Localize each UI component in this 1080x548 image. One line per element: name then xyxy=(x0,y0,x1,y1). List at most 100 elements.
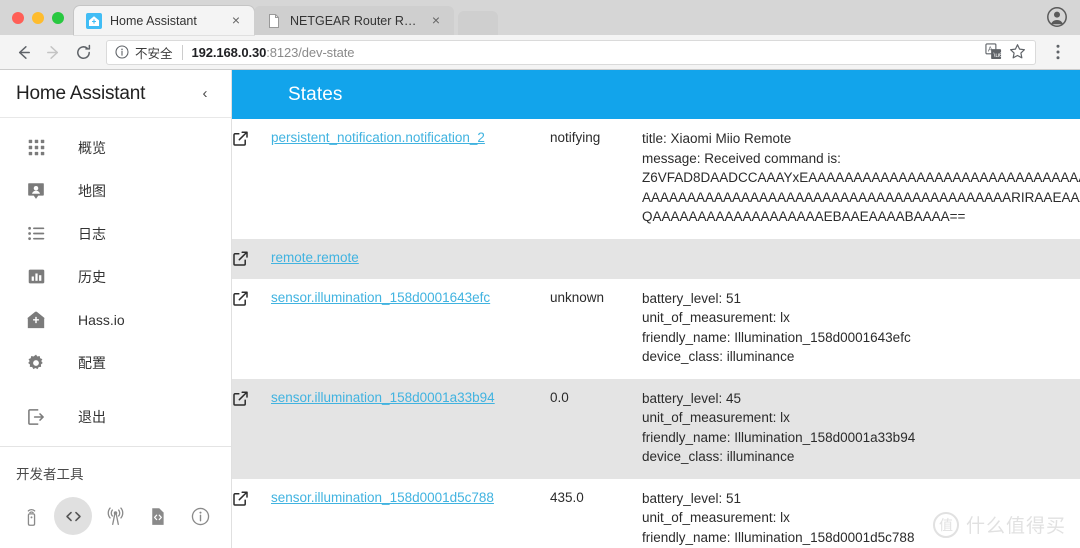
sidebar-item-overview[interactable]: 概览 xyxy=(0,126,231,169)
browser-tab-netgear-router[interactable]: NETGEAR Router R8500 × xyxy=(254,6,454,35)
forward-button[interactable] xyxy=(40,39,66,65)
state-value: unknown xyxy=(550,289,605,305)
attribute-line: device_class: illuminance xyxy=(642,349,795,364)
entity-id-link[interactable]: sensor.illumination_158d0001643efc xyxy=(271,289,490,306)
info-circle-icon[interactable] xyxy=(115,45,129,59)
template-file-icon[interactable] xyxy=(139,497,177,535)
states-panel[interactable]: persistent_notification.notification_2 no… xyxy=(232,119,1080,548)
close-tab-button[interactable]: × xyxy=(228,13,244,29)
address-bar[interactable]: 不安全 192.168.0.30:8123/dev-state A \u6587 xyxy=(106,39,1036,65)
attribute-line: QAAAAAAAAAAAAAAAAAAAEBAAEAAAABAAAA== xyxy=(642,209,966,224)
url-path: :8123/dev-state xyxy=(266,44,355,60)
omnibox-divider xyxy=(181,44,183,60)
main-content: States persistent_notification.notificat… xyxy=(232,70,1080,548)
list-icon xyxy=(24,222,48,246)
developer-tools-title: 开发者工具 xyxy=(16,467,84,482)
translate-icon[interactable]: A \u6587 xyxy=(985,43,1014,61)
url-host: 192.168.0.30 xyxy=(191,44,267,60)
close-tab-button[interactable]: × xyxy=(428,13,444,29)
attribute-line: device_class: illuminance xyxy=(642,449,795,464)
browser-tab-title: NETGEAR Router R8500 xyxy=(290,13,420,28)
attribute-line: friendly_name: Illumination_158d0001d5c7… xyxy=(642,529,915,545)
close-window-button[interactable] xyxy=(12,12,24,24)
sidebar-item-history[interactable]: 历史 xyxy=(0,255,231,298)
new-tab-button[interactable] xyxy=(458,11,498,35)
sidebar-item-label: Hass.io xyxy=(78,311,125,328)
minimize-window-button[interactable] xyxy=(32,12,44,24)
logout-icon xyxy=(24,405,48,429)
back-button[interactable] xyxy=(10,39,36,65)
developer-tools-buttons xyxy=(0,497,231,535)
sidebar-item-map[interactable]: 地图 xyxy=(0,169,231,212)
window-traffic-lights xyxy=(0,12,74,35)
attribute-line: unit_of_measurement: lx xyxy=(642,410,790,425)
sidebar-item-label: 日志 xyxy=(78,225,106,242)
attributes-cell: battery_level: 45 unit_of_measurement: lx… xyxy=(642,379,1080,479)
external-link-icon[interactable] xyxy=(232,290,249,307)
developer-tools-section: 开发者工具 xyxy=(0,447,231,535)
sidebar-item-hassio[interactable]: Hass.io xyxy=(0,298,231,341)
browser-toolbar: 不安全 192.168.0.30:8123/dev-state A \u6587 xyxy=(0,35,1080,70)
browser-window: Home Assistant × NETGEAR Router R8500 × xyxy=(0,0,1080,548)
attributes-cell xyxy=(642,239,1080,279)
broadcast-tower-icon[interactable] xyxy=(97,497,135,535)
table-row[interactable]: sensor.illumination_158d0001643efc unknow… xyxy=(232,278,1080,379)
attribute-list: battery_level: 51 unit_of_measurement: lx… xyxy=(642,289,1080,367)
profile-avatar-icon[interactable] xyxy=(1046,6,1068,28)
sidebar-item-configuration[interactable]: 配置 xyxy=(0,341,231,384)
entity-id-link[interactable]: persistent_notification.notification_2 xyxy=(271,129,485,146)
sidebar-item-logout[interactable]: 退出 xyxy=(0,395,231,438)
sidebar-title: Home Assistant xyxy=(16,82,146,104)
state-value: 435.0 xyxy=(550,489,584,505)
sidebar-item-label: 地图 xyxy=(78,182,106,199)
table-row[interactable]: sensor.illumination_158d0001d5c788 435.0 b… xyxy=(232,478,1080,548)
sidebar: Home Assistant ‹ 概览 地图 日志 历史 Hass.io 配置 … xyxy=(0,70,232,548)
info-circle-icon[interactable] xyxy=(181,497,219,535)
entity-id-link[interactable]: remote.remote xyxy=(271,249,359,266)
entity-cell: persistent_notification.notification_2 xyxy=(232,119,550,239)
attribute-line: battery_level: 51 xyxy=(642,290,742,306)
attribute-line: friendly_name: Illumination_158d0001643e… xyxy=(642,329,911,345)
states-table-body: persistent_notification.notification_2 no… xyxy=(232,119,1080,548)
attribute-list: battery_level: 51 unit_of_measurement: lx… xyxy=(642,489,1080,548)
browser-tab-home-assistant[interactable]: Home Assistant × xyxy=(74,6,254,35)
state-cell: 435.0 xyxy=(550,479,642,548)
chevron-left-icon[interactable]: ‹ xyxy=(195,85,215,102)
table-row[interactable]: remote.remote xyxy=(232,238,1080,279)
sidebar-item-label: 历史 xyxy=(78,268,106,285)
sidebar-item-label: 概览 xyxy=(78,139,106,156)
external-link-icon[interactable] xyxy=(232,490,249,507)
sidebar-item-logbook[interactable]: 日志 xyxy=(0,212,231,255)
sidebar-item-label: 退出 xyxy=(78,408,106,425)
person-map-icon xyxy=(24,179,48,203)
attribute-line: unit_of_measurement: lx xyxy=(642,510,790,525)
entity-id-link[interactable]: sensor.illumination_158d0001d5c788 xyxy=(271,489,494,506)
remote-control-icon[interactable] xyxy=(12,497,50,535)
home-roof-icon xyxy=(24,308,48,332)
entity-cell: sensor.illumination_158d0001a33b94 xyxy=(232,379,550,479)
maximize-window-button[interactable] xyxy=(52,12,64,24)
states-table: persistent_notification.notification_2 no… xyxy=(232,119,1080,548)
table-row[interactable]: persistent_notification.notification_2 no… xyxy=(232,119,1080,239)
table-row[interactable]: sensor.illumination_158d0001a33b94 0.0 bat… xyxy=(232,378,1080,479)
reload-button[interactable] xyxy=(70,39,96,65)
attributes-cell: battery_level: 51 unit_of_measurement: lx… xyxy=(642,479,1080,548)
star-icon[interactable] xyxy=(1009,43,1027,61)
state-cell: notifying xyxy=(550,119,642,239)
external-link-icon[interactable] xyxy=(232,250,249,267)
three-dot-menu-icon[interactable] xyxy=(1046,40,1070,64)
code-brackets-icon[interactable] xyxy=(54,497,93,535)
entity-id-link[interactable]: sensor.illumination_158d0001a33b94 xyxy=(271,389,495,406)
external-link-icon[interactable] xyxy=(232,390,249,407)
home-assistant-icon xyxy=(86,12,102,29)
svg-text:\u6587: \u6587 xyxy=(994,52,1003,59)
sidebar-header: Home Assistant ‹ xyxy=(0,70,231,118)
attributes-cell: title: Xiaomi Miio Remote message: Receiv… xyxy=(642,119,1080,239)
external-link-icon[interactable] xyxy=(232,130,249,147)
state-cell: 0.0 xyxy=(550,379,642,479)
attribute-line: Z6VFAD8DAADCCAAAYxEAAAAAAAAAAAAAAAAAAAAA… xyxy=(642,170,1080,185)
page-body: Home Assistant ‹ 概览 地图 日志 历史 Hass.io 配置 … xyxy=(0,70,1080,548)
entity-cell: sensor.illumination_158d0001d5c788 xyxy=(232,479,550,548)
attribute-list: battery_level: 45 unit_of_measurement: lx… xyxy=(642,389,1080,467)
state-value: notifying xyxy=(550,130,601,145)
